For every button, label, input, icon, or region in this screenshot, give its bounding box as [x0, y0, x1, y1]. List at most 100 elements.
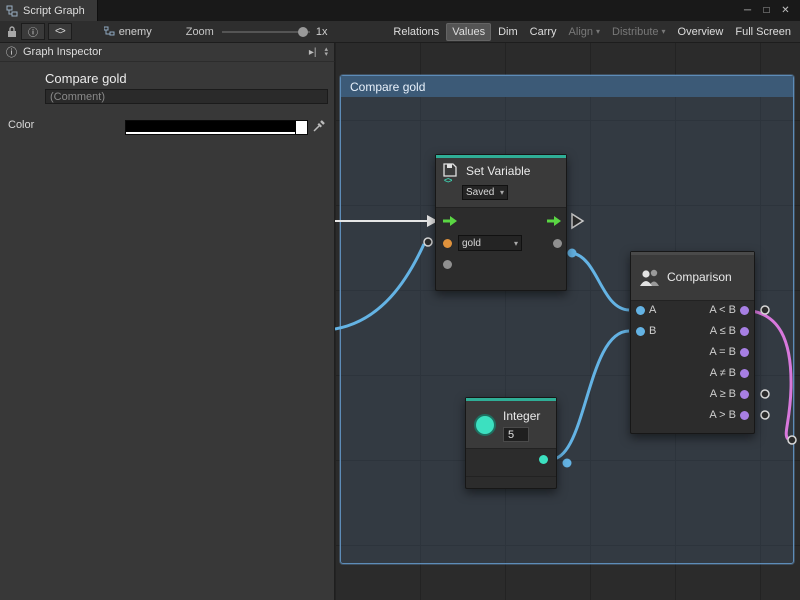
script-graph-icon — [6, 5, 18, 17]
chevron-down-icon: ▾ — [662, 27, 666, 36]
inspector-toggle-button[interactable]: ⓘ — [21, 23, 45, 40]
node-integer[interactable]: Integer 5 — [465, 397, 557, 489]
wire-knob-set-variable-output[interactable] — [568, 249, 577, 258]
zoom-slider-track — [222, 31, 310, 33]
info-icon: ⓘ — [28, 24, 38, 39]
comparison-output-less-equal-port[interactable] — [740, 327, 749, 336]
toolbar-buttons: Relations Values Dim Carry Align▾ Distri… — [386, 23, 796, 41]
info-icon: ⓘ — [6, 44, 17, 60]
graph-inspector-panel: Compare gold Color — [0, 62, 335, 600]
color-swatch[interactable] — [125, 120, 308, 135]
zoom-slider-handle[interactable] — [298, 27, 308, 37]
output-label: A ≠ B — [710, 367, 736, 379]
graph-name: enemy — [119, 26, 152, 38]
zoom-slider[interactable] — [222, 25, 310, 39]
node-title: Integer — [503, 409, 540, 423]
title-bar: Script Graph ─ □ ✕ — [0, 0, 800, 21]
full-screen-button[interactable]: Full Screen — [730, 23, 796, 41]
variable-name-port[interactable] — [443, 239, 452, 248]
comparison-output-not-equal-port[interactable] — [740, 369, 749, 378]
node-title: Comparison — [667, 270, 732, 284]
zoom-value: 1x — [316, 26, 328, 38]
eyedropper-icon[interactable] — [312, 119, 326, 133]
maximize-button[interactable]: □ — [757, 2, 776, 19]
overview-button[interactable]: Overview — [673, 23, 729, 41]
carry-button[interactable]: Carry — [525, 23, 562, 41]
align-button[interactable]: Align▾ — [564, 23, 605, 41]
input-a-label: A — [649, 304, 656, 316]
wire-integer-to-comparison-b[interactable] — [547, 331, 629, 459]
output-label: A > B — [709, 409, 736, 421]
wire-knob-integer-output[interactable] — [563, 459, 572, 468]
value-output-port[interactable] — [553, 239, 562, 248]
port-right-greater-equal[interactable] — [761, 390, 769, 398]
minimize-button[interactable]: ─ — [738, 2, 757, 19]
comparison-input-b-port[interactable] — [636, 327, 645, 336]
port-right-less[interactable] — [761, 306, 769, 314]
code-icon: <> — [55, 26, 65, 37]
close-button[interactable]: ✕ — [776, 2, 795, 19]
integer-output-port[interactable] — [539, 455, 548, 464]
tab-script-graph[interactable]: Script Graph — [0, 0, 98, 21]
wire-into-set-variable-value[interactable] — [335, 244, 424, 329]
integer-literal-icon — [474, 414, 496, 436]
port-wire-end[interactable] — [788, 436, 796, 444]
chevron-down-icon: ▾ — [596, 27, 600, 36]
port-flow-output-triangle[interactable] — [572, 214, 583, 228]
comparison-input-a-port[interactable] — [636, 306, 645, 315]
comment-input[interactable] — [45, 89, 328, 104]
output-label: A = B — [709, 346, 736, 358]
comparison-output-greater-equal-port[interactable] — [740, 390, 749, 399]
graph-name-chip[interactable]: enemy — [104, 26, 152, 38]
wire-set-variable-to-comparison-a[interactable] — [572, 253, 629, 310]
code-view-button[interactable]: <> — [48, 23, 72, 40]
value-input-port[interactable] — [443, 260, 452, 269]
flow-out-arrow-icon[interactable] — [546, 215, 562, 227]
unity-window: Script Graph ─ □ ✕ ⓘ <> enemy Zoom — [0, 0, 800, 600]
node-footer-divider — [466, 476, 556, 477]
save-variable-icon: <> — [442, 162, 460, 182]
port-right-greater[interactable] — [761, 411, 769, 419]
dim-button[interactable]: Dim — [493, 23, 523, 41]
tab-title: Script Graph — [23, 5, 85, 17]
chevron-down-icon: ▾ — [500, 188, 504, 197]
graph-asset-icon — [104, 26, 115, 37]
inspected-graph-title: Compare gold — [45, 71, 127, 86]
comparison-header[interactable]: Comparison — [631, 255, 754, 301]
integer-value-field[interactable]: 5 — [503, 427, 529, 442]
color-swatch-highlight — [296, 121, 307, 134]
flow-in-arrow-icon[interactable] — [442, 215, 458, 227]
set-variable-header[interactable]: <> Set Variable Saved ▾ — [436, 158, 566, 208]
graph-toolbar: ⓘ <> enemy Zoom 1x Relations Values Dim … — [0, 21, 800, 43]
node-set-variable[interactable]: <> Set Variable Saved ▾ gold ▾ — [435, 154, 567, 291]
graph-inspector-title: Graph Inspector — [23, 46, 102, 58]
values-button[interactable]: Values — [446, 23, 491, 41]
graph-inspector-header: ⓘ Graph Inspector ▸| ▴ ▾ — [0, 43, 335, 62]
node-comparison[interactable]: Comparison A A < B B A ≤ B A = B A ≠ B — [630, 251, 755, 434]
output-label: A ≥ B — [710, 388, 736, 400]
variable-scope-dropdown[interactable]: Saved ▾ — [462, 185, 508, 200]
comparison-output-greater-port[interactable] — [740, 411, 749, 420]
port-set-variable-value-input[interactable] — [424, 238, 432, 246]
node-title: Set Variable — [466, 164, 530, 178]
alpha-bar — [126, 132, 295, 134]
relations-button[interactable]: Relations — [388, 23, 444, 41]
input-b-label: B — [649, 325, 656, 337]
pin-panel-icon[interactable]: ▸| — [309, 47, 317, 58]
variable-name-dropdown[interactable]: gold ▾ — [458, 235, 522, 251]
panel-scroll-arrows[interactable]: ▴ ▾ — [324, 47, 328, 57]
window-controls: ─ □ ✕ — [738, 0, 800, 21]
comparison-output-equal-port[interactable] — [740, 348, 749, 357]
output-label: A < B — [709, 304, 736, 316]
color-field-label: Color — [8, 119, 34, 131]
integer-header[interactable]: Integer 5 — [466, 401, 556, 449]
comparison-output-less-port[interactable] — [740, 306, 749, 315]
distribute-button[interactable]: Distribute▾ — [607, 23, 670, 41]
lock-icon[interactable] — [6, 25, 18, 38]
chevron-down-icon: ▾ — [514, 239, 518, 248]
zoom-label: Zoom — [186, 26, 214, 38]
graph-canvas[interactable]: Compare gold — [335, 43, 800, 600]
variable-code-badge-icon: <> — [444, 176, 451, 185]
comparison-people-icon — [639, 269, 663, 286]
output-label: A ≤ B — [710, 325, 736, 337]
